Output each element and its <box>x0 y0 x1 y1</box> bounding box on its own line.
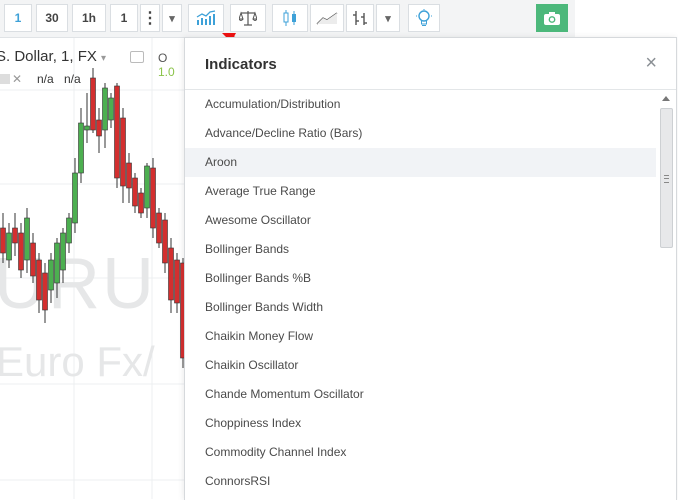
chevron-down-icon: ▾ <box>385 12 391 25</box>
interval-button-1h[interactable]: 1h <box>72 4 106 32</box>
scrollbar-thumb[interactable] <box>660 108 673 248</box>
candle-body <box>12 227 18 244</box>
camera-icon <box>543 11 561 26</box>
indicator-item-connorsrsi[interactable]: ConnorsRSI <box>185 467 656 496</box>
chevron-down-icon[interactable]: ▾ <box>101 53 106 64</box>
candle-body <box>162 219 168 264</box>
grip-icon <box>664 175 669 183</box>
ohlc-readout: O 1.0 <box>158 51 184 79</box>
close-icon[interactable]: × <box>645 52 657 75</box>
compare-icon <box>239 10 257 26</box>
candle-body <box>84 125 90 131</box>
candles-style-button[interactable] <box>272 4 308 32</box>
candle-body <box>78 122 84 174</box>
candle-body <box>60 232 66 271</box>
indicator-item-accumulation-distribution[interactable]: Accumulation/Distribution <box>185 90 656 119</box>
indicator-item-choppiness-index[interactable]: Choppiness Index <box>185 409 656 438</box>
candle-body <box>120 117 126 187</box>
close-icon[interactable]: ✕ <box>12 72 22 86</box>
indicator-value-1: n/a <box>37 72 54 86</box>
candle-body <box>114 85 120 179</box>
candle-body <box>0 227 6 254</box>
candle-body <box>54 242 60 284</box>
candles-icon <box>281 9 299 27</box>
candle-body <box>150 167 156 229</box>
indicator-item-chande-momentum-oscillator[interactable]: Chande Momentum Oscillator <box>185 380 656 409</box>
candle-body <box>108 97 114 121</box>
indicator-item-bollinger-bands-width[interactable]: Bollinger Bands Width <box>185 293 656 322</box>
interval-button-30[interactable]: 30 <box>36 4 68 32</box>
indicators-dialog: Indicators × Accumulation/Distribution A… <box>184 37 677 500</box>
candlestick-series <box>0 68 184 368</box>
candle-body <box>72 172 78 224</box>
line-style-button[interactable] <box>310 4 344 32</box>
candle-body <box>36 259 42 301</box>
symbol-title-text: S. Dollar, 1, FX <box>0 48 97 65</box>
scroll-up-icon[interactable] <box>662 96 670 101</box>
dialog-title: Indicators <box>205 56 277 73</box>
compare-button[interactable] <box>230 4 266 32</box>
candle-body <box>168 247 174 301</box>
indicator-item-aroon[interactable]: Aroon <box>185 148 656 177</box>
candle-body <box>66 217 72 244</box>
indicator-item-chaikin-oscillator[interactable]: Chaikin Oscillator <box>185 351 656 380</box>
candle-body <box>138 192 144 214</box>
interval-dropdown-button[interactable]: ▾ <box>162 4 182 32</box>
open-label: O <box>158 51 168 65</box>
snapshot-button[interactable] <box>536 4 568 32</box>
indicator-item-advance-decline-ratio[interactable]: Advance/Decline Ratio (Bars) <box>185 119 656 148</box>
candle-body <box>90 77 96 131</box>
symbol-title: S. Dollar, 1, FX ▾ <box>0 48 106 65</box>
candle-body <box>30 242 36 277</box>
candle-body <box>174 259 180 304</box>
open-value: 1.0 <box>158 65 175 79</box>
interval-button-1-custom[interactable]: 1 <box>110 4 138 32</box>
chevron-down-icon: ▾ <box>169 12 175 25</box>
more-intervals-button[interactable]: ⋮ <box>140 4 160 32</box>
candle-body <box>48 259 54 291</box>
bars-style-button[interactable] <box>346 4 374 32</box>
candle-body <box>102 87 108 131</box>
price-chart[interactable]: URU Euro Fx/ S. Dollar, 1, FX ▾ O 1.0 ✕ … <box>0 38 184 499</box>
indicator-value-2: n/a <box>64 72 81 86</box>
candle-body <box>126 162 132 189</box>
chart-toolbar: 1 30 1h 1 ⋮ ▾ ▾ <box>0 0 575 38</box>
eye-icon[interactable] <box>130 51 144 63</box>
ideas-button[interactable] <box>408 4 440 32</box>
indicator-item-chaikin-money-flow[interactable]: Chaikin Money Flow <box>185 322 656 351</box>
indicator-item-average-true-range[interactable]: Average True Range <box>185 177 656 206</box>
indicators-icon <box>196 10 216 26</box>
candle-body <box>42 272 48 311</box>
indicator-list: Accumulation/Distribution Advance/Declin… <box>185 90 656 496</box>
chart-style-dropdown[interactable]: ▾ <box>376 4 400 32</box>
idea-bulb-icon <box>416 9 432 27</box>
indicator-item-awesome-oscillator[interactable]: Awesome Oscillator <box>185 206 656 235</box>
list-scrollbar[interactable] <box>658 90 676 500</box>
candle-body <box>96 119 102 137</box>
indicator-item-bollinger-bands[interactable]: Bollinger Bands <box>185 235 656 264</box>
interval-button-1[interactable]: 1 <box>4 4 32 32</box>
indicator-item-commodity-channel-index[interactable]: Commodity Channel Index <box>185 438 656 467</box>
indicators-button[interactable] <box>188 4 224 32</box>
candle-body <box>18 232 24 271</box>
line-chart-icon <box>316 11 338 25</box>
indicator-item-bollinger-bands-b[interactable]: Bollinger Bands %B <box>185 264 656 293</box>
candle-body <box>144 165 150 209</box>
candle-body <box>6 232 12 261</box>
candle-body <box>156 212 162 244</box>
candle-body <box>132 177 138 207</box>
bars-icon <box>351 9 369 27</box>
settings-icon[interactable] <box>0 74 10 84</box>
candle-body <box>24 217 30 261</box>
